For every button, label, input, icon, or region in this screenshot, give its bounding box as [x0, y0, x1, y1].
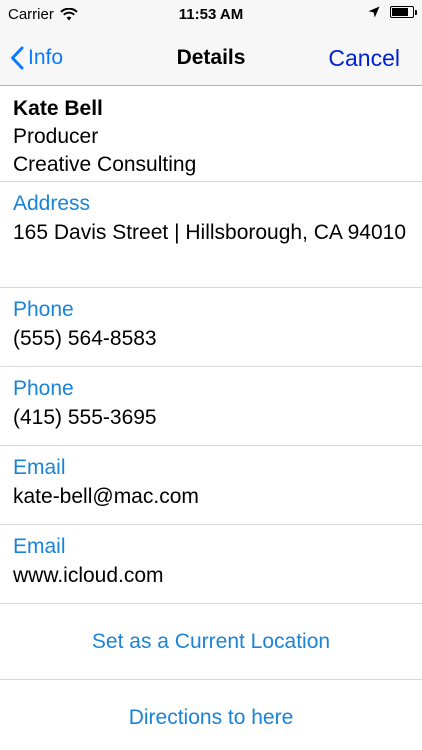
contact-header: Kate Bell Producer Creative Consulting: [0, 86, 422, 182]
email-value-1: kate-bell@mac.com: [13, 485, 199, 508]
navigation-bar: Info Details Cancel: [0, 30, 422, 86]
set-current-location-button[interactable]: Set as a Current Location: [0, 604, 422, 680]
phone-label-1: Phone: [13, 298, 74, 321]
email-value-2: www.icloud.com: [13, 564, 164, 587]
status-bar: Carrier 11:53 AM: [0, 0, 422, 30]
status-time: 11:53 AM: [178, 6, 244, 23]
email-label-2: Email: [13, 535, 66, 558]
phone-label-2: Phone: [13, 377, 74, 400]
address-label: Address: [13, 192, 91, 215]
location-arrow-icon: [368, 6, 380, 18]
status-right: [368, 6, 417, 18]
cancel-button[interactable]: Cancel: [328, 30, 400, 86]
phone-value-2: (415) 555-3695: [13, 406, 157, 429]
contact-name: Kate Bell: [13, 97, 103, 120]
directions-button[interactable]: Directions to here: [0, 680, 422, 750]
battery-fill: [392, 8, 409, 16]
address-value: 165 Davis Street | Hillsborough, CA 9401…: [13, 221, 407, 244]
phone-value-1: (555) 564-8583: [13, 327, 157, 350]
email-label-1: Email: [13, 456, 66, 479]
email-row-2[interactable]: Email www.icloud.com: [0, 525, 422, 604]
contact-company: Creative Consulting: [13, 153, 197, 176]
battery-icon: [390, 6, 417, 18]
email-row-1[interactable]: Email kate-bell@mac.com: [0, 446, 422, 525]
phone-row-2[interactable]: Phone (415) 555-3695: [0, 367, 422, 446]
contact-job-title: Producer: [13, 125, 99, 148]
details-list: Kate Bell Producer Creative Consulting A…: [0, 86, 422, 750]
phone-row-1[interactable]: Phone (555) 564-8583: [0, 288, 422, 367]
address-row[interactable]: Address 165 Davis Street | Hillsborough,…: [0, 182, 422, 288]
